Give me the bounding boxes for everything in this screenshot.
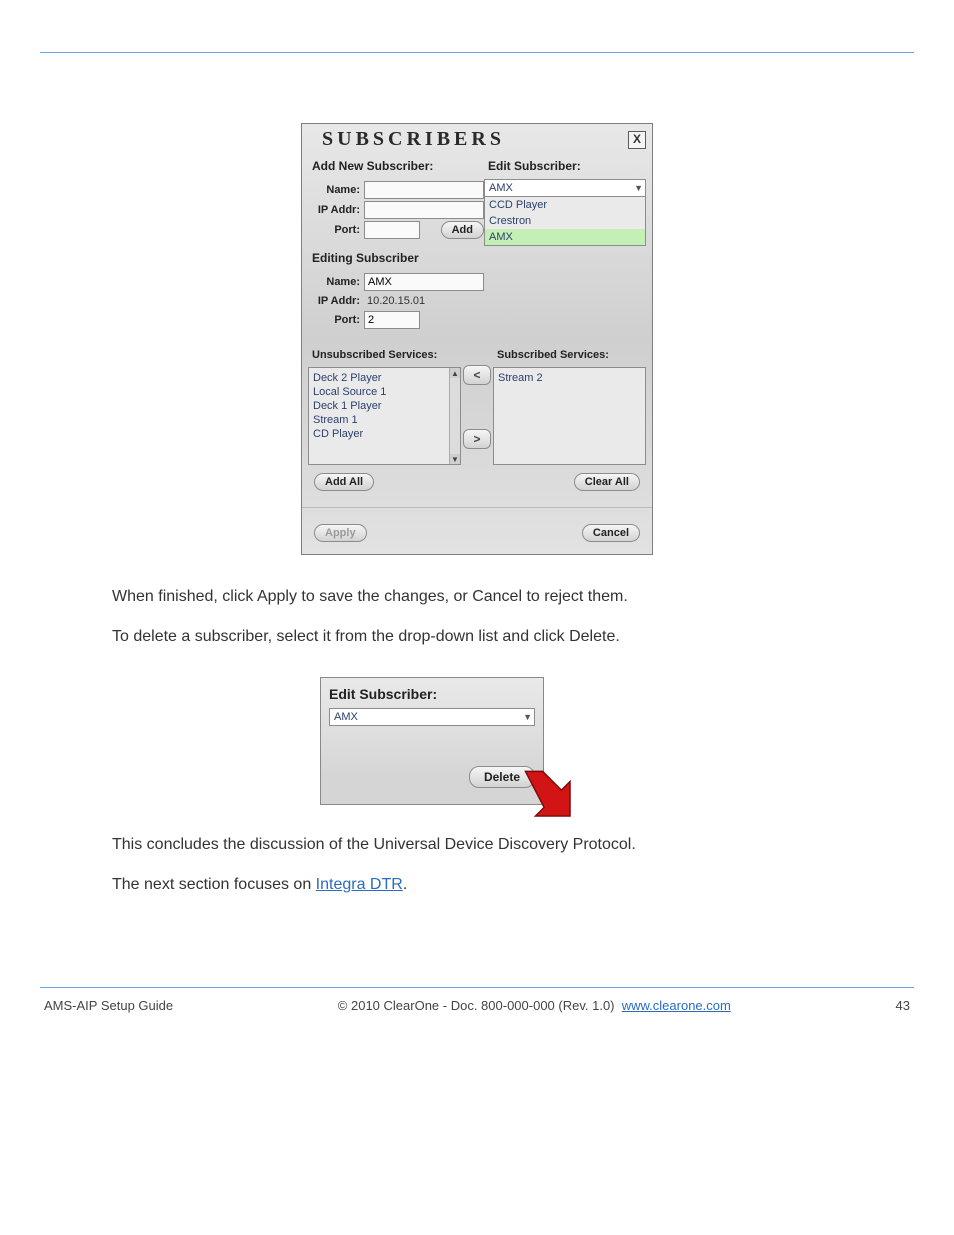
ip-label: IP Addr:: [308, 204, 364, 216]
footer-left: AMS-AIP Setup Guide: [44, 998, 173, 1013]
dropdown-item[interactable]: Crestron: [485, 213, 645, 229]
subscribers-dialog: SUBSCRIBERS X Add New Subscriber: Name: …: [301, 123, 653, 555]
page-footer: AMS-AIP Setup Guide © 2010 ClearOne - Do…: [40, 987, 914, 1033]
closing-text: .: [403, 876, 407, 893]
subscribed-listbox[interactable]: Stream 2: [493, 367, 646, 465]
apply-button[interactable]: Apply: [314, 524, 367, 542]
edit-ip-label: IP Addr:: [308, 295, 364, 307]
editing-subscriber-heading: Editing Subscriber: [308, 247, 484, 271]
subscriber-dropdown-list[interactable]: CCD Player Crestron AMX: [484, 197, 646, 246]
delete-subscriber-panel: Edit Subscriber: AMX ▼ Delete: [320, 677, 544, 805]
closing-paragraph: The next section focuses on Integra DTR.: [112, 873, 842, 897]
dropdown-item[interactable]: CCD Player: [485, 197, 645, 213]
unsubscribed-listbox[interactable]: Deck 2 Player Local Source 1 Deck 1 Play…: [308, 367, 461, 465]
delete-dropdown-value: AMX: [334, 711, 358, 723]
list-item[interactable]: Stream 2: [498, 372, 631, 384]
add-service-button[interactable]: >: [463, 429, 491, 449]
closing-text: The next section focuses on: [112, 876, 316, 893]
closing-paragraph: This concludes the discussion of the Uni…: [112, 833, 842, 857]
scroll-down-icon[interactable]: ▼: [450, 454, 460, 464]
next-section-link[interactable]: Integra DTR: [316, 876, 403, 893]
edit-ip-value: 10.20.15.01: [364, 293, 482, 309]
add-all-button[interactable]: Add All: [314, 473, 374, 491]
close-button[interactable]: X: [628, 131, 646, 149]
footer-center: © 2010 ClearOne - Doc. 800-000-000 (Rev.…: [338, 998, 731, 1013]
dialog-title: SUBSCRIBERS: [322, 128, 505, 151]
arrow-pointer-icon: [511, 757, 583, 834]
name-input[interactable]: [364, 181, 484, 199]
list-item[interactable]: Deck 2 Player: [313, 372, 446, 384]
unsubscribed-heading: Unsubscribed Services:: [308, 345, 461, 367]
subscribed-heading: Subscribed Services:: [493, 345, 646, 367]
footer-link[interactable]: www.clearone.com: [622, 998, 731, 1013]
list-item[interactable]: Local Source 1: [313, 386, 446, 398]
edit-subscriber-heading-2: Edit Subscriber:: [329, 686, 535, 702]
name-label: Name:: [308, 184, 364, 196]
scrollbar[interactable]: ▲ ▼: [449, 368, 460, 464]
list-item[interactable]: Stream 1: [313, 414, 446, 426]
subscriber-dropdown-value: AMX: [489, 182, 513, 194]
footer-page-number: 43: [896, 998, 910, 1013]
port-label: Port:: [308, 224, 364, 236]
list-item[interactable]: CD Player: [313, 428, 446, 440]
edit-name-label: Name:: [308, 276, 364, 288]
edit-name-input[interactable]: [364, 273, 484, 291]
footer-center-text: © 2010 ClearOne - Doc. 800-000-000 (Rev.…: [338, 998, 615, 1013]
scroll-up-icon[interactable]: ▲: [450, 368, 460, 378]
clear-all-button[interactable]: Clear All: [574, 473, 640, 491]
dropdown-item-selected[interactable]: AMX: [485, 229, 645, 245]
subscriber-dropdown[interactable]: AMX ▼: [484, 179, 646, 197]
edit-subscriber-heading: Edit Subscriber:: [484, 155, 646, 179]
add-new-subscriber-heading: Add New Subscriber:: [308, 155, 484, 179]
delete-dropdown[interactable]: AMX ▼: [329, 708, 535, 726]
edit-port-label: Port:: [308, 314, 364, 326]
remove-service-button[interactable]: <: [463, 365, 491, 385]
caret-down-icon: ▼: [634, 183, 643, 193]
list-item[interactable]: Deck 1 Player: [313, 400, 446, 412]
ip-input[interactable]: [364, 201, 484, 219]
caret-down-icon: ▼: [523, 712, 532, 722]
edit-port-input[interactable]: [364, 311, 420, 329]
add-button[interactable]: Add: [441, 221, 484, 239]
body-paragraph: When finished, click Apply to save the c…: [112, 585, 842, 609]
body-paragraph: To delete a subscriber, select it from t…: [112, 625, 842, 649]
port-input[interactable]: [364, 221, 420, 239]
cancel-button[interactable]: Cancel: [582, 524, 640, 542]
